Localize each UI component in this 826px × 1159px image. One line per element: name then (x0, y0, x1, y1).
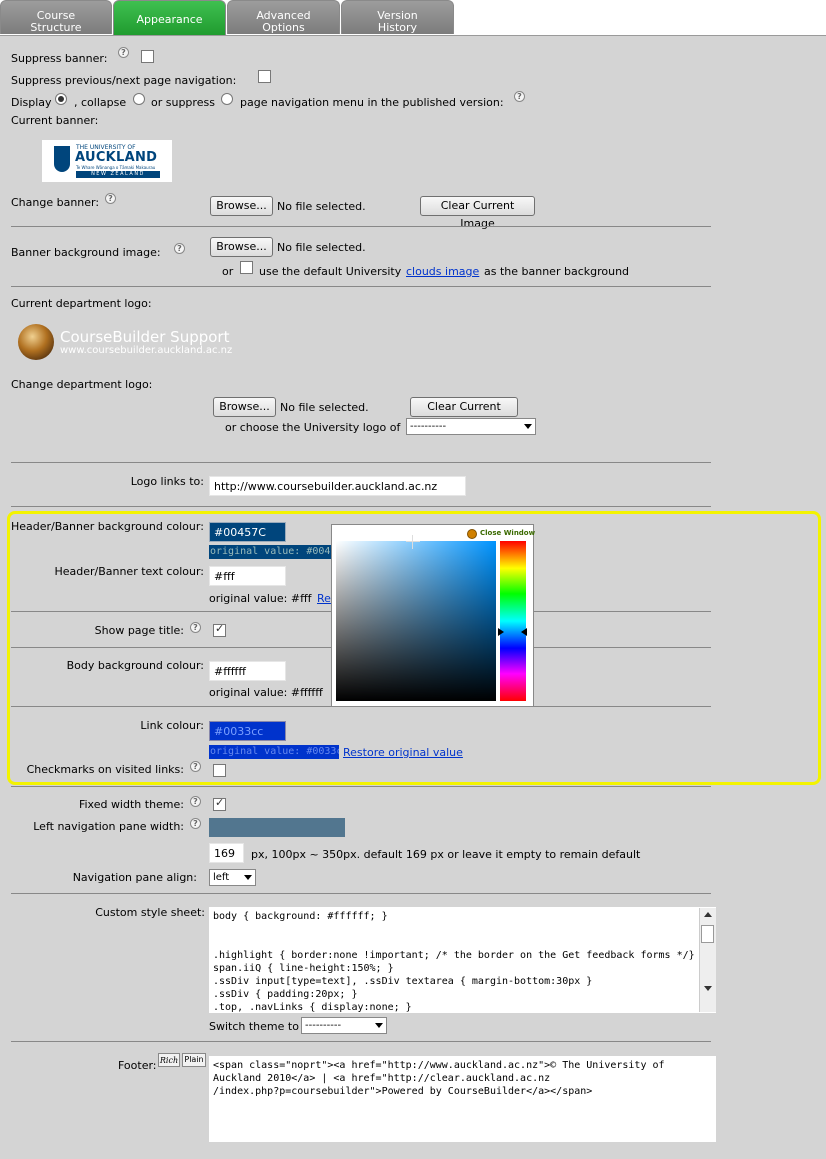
help-icon[interactable]: ? (174, 243, 185, 254)
clouds-image-link[interactable]: clouds image (406, 265, 479, 278)
tab-appearance[interactable]: Appearance (113, 0, 226, 36)
banner-bg-image-label: Banner background image: (11, 246, 161, 259)
display-radio[interactable] (55, 93, 67, 105)
crest-icon (54, 146, 70, 172)
browse-logo-button[interactable]: Browse... (213, 397, 276, 417)
banner-file-status: No file selected. (277, 200, 366, 213)
current-dept-logo-label: Current department logo: (11, 297, 152, 310)
or-choose-logo-label: or choose the University logo of (225, 421, 401, 434)
divider (11, 286, 711, 287)
color-picker-popup: Close Window (331, 524, 535, 707)
or-label: or (222, 265, 234, 278)
browse-banner-bg-button[interactable]: Browse... (210, 237, 273, 257)
fixed-width-label: Fixed width theme: (78, 798, 184, 811)
help-icon[interactable]: ? (105, 193, 116, 204)
divider (11, 786, 711, 787)
as-banner-bg-label: as the banner background (484, 265, 630, 278)
switch-theme-label: Switch theme to (209, 1020, 299, 1033)
divider (11, 1041, 711, 1042)
display-label: Display (11, 96, 52, 109)
close-window-link[interactable]: Close Window (480, 529, 535, 537)
suppress-nav-checkbox[interactable] (258, 70, 271, 83)
css-scrollbar[interactable] (699, 908, 716, 1012)
help-icon[interactable]: ? (118, 47, 129, 58)
collapse-label: , collapse (74, 96, 127, 109)
change-banner-label: Change banner: (11, 196, 100, 209)
divider (11, 893, 711, 894)
divider (11, 506, 711, 507)
plain-editor-button[interactable]: Plain (182, 1053, 206, 1067)
tab-advanced-options[interactable]: Advanced Options (227, 0, 340, 34)
clear-current-logo-button[interactable]: Clear Current Logo (410, 397, 518, 431)
custom-css-label: Custom style sheet: (95, 906, 205, 919)
globe-logo-icon (18, 324, 54, 360)
dept-logo-title: CourseBuilder Support (60, 328, 230, 346)
nav-align-select[interactable]: left (209, 869, 256, 886)
rich-editor-button[interactable]: Rich (158, 1053, 180, 1067)
help-icon[interactable]: ? (190, 818, 201, 829)
logo-links-to-label: Logo links to: (130, 475, 204, 488)
chevron-down-icon (244, 875, 252, 880)
banner-bg-file-status: No file selected. (277, 241, 366, 254)
suppress-label: or suppress (151, 96, 215, 109)
custom-css-textarea[interactable]: body { background: #ffffff; } .highlight… (209, 907, 716, 1013)
logo-file-status: No file selected. (280, 401, 369, 414)
nav-pane-width-preview[interactable] (209, 818, 345, 837)
hue-right-arrow-icon (521, 628, 527, 636)
suppress-banner-label: Suppress banner: (11, 52, 108, 65)
divider (11, 462, 711, 463)
nav-align-label: Navigation pane align: (72, 871, 197, 884)
scroll-up-icon[interactable] (704, 912, 712, 917)
help-icon[interactable]: ? (514, 91, 525, 102)
use-default-label: use the default University (259, 265, 402, 278)
help-icon[interactable]: ? (190, 796, 201, 807)
saturation-value-area[interactable] (336, 541, 496, 701)
footer-label: Footer: (118, 1059, 157, 1072)
crosshair-cursor-icon (406, 535, 420, 549)
footer-textarea[interactable]: <span class="noprt"><a href="http://www.… (209, 1056, 716, 1142)
chevron-down-icon (375, 1023, 383, 1028)
nav-width-input[interactable]: 169 (209, 843, 244, 863)
dept-logo-url: www.coursebuilder.auckland.ac.nz (60, 345, 233, 356)
current-banner-label: Current banner: (11, 114, 99, 127)
scroll-down-icon[interactable] (704, 986, 712, 991)
university-logo-select[interactable]: ---------- (406, 418, 536, 435)
browse-banner-button[interactable]: Browse... (210, 196, 273, 216)
chevron-down-icon (524, 424, 532, 429)
change-dept-logo-label: Change department logo: (11, 378, 153, 391)
hue-left-arrow-icon (498, 628, 504, 636)
left-nav-width-label: Left navigation pane width: (33, 820, 184, 833)
close-icon[interactable] (467, 529, 477, 539)
divider (11, 226, 711, 227)
hue-slider[interactable] (500, 541, 526, 701)
fixed-width-checkbox[interactable] (213, 796, 226, 811)
tab-course-structure[interactable]: Course Structure (0, 0, 112, 34)
scroll-thumb[interactable] (701, 925, 714, 943)
switch-theme-select[interactable]: ---------- (301, 1017, 387, 1034)
current-banner-image: THE UNIVERSITY OF AUCKLAND Te Whare Wāna… (42, 140, 172, 182)
clear-current-image-button[interactable]: Clear Current Image (420, 196, 535, 230)
default-clouds-checkbox[interactable] (240, 261, 253, 274)
tab-version-history[interactable]: Version History (341, 0, 454, 34)
logo-link-input[interactable]: http://www.coursebuilder.auckland.ac.nz (209, 476, 466, 496)
nav-menu-label: page navigation menu in the published ve… (240, 96, 504, 109)
suppress-nav-label: Suppress previous/next page navigation: (11, 74, 237, 87)
suppress-banner-checkbox[interactable] (141, 50, 154, 63)
suppress-radio[interactable] (221, 93, 233, 105)
nav-width-hint: px, 100px ~ 350px. default 169 px or lea… (251, 848, 641, 861)
collapse-radio[interactable] (133, 93, 145, 105)
